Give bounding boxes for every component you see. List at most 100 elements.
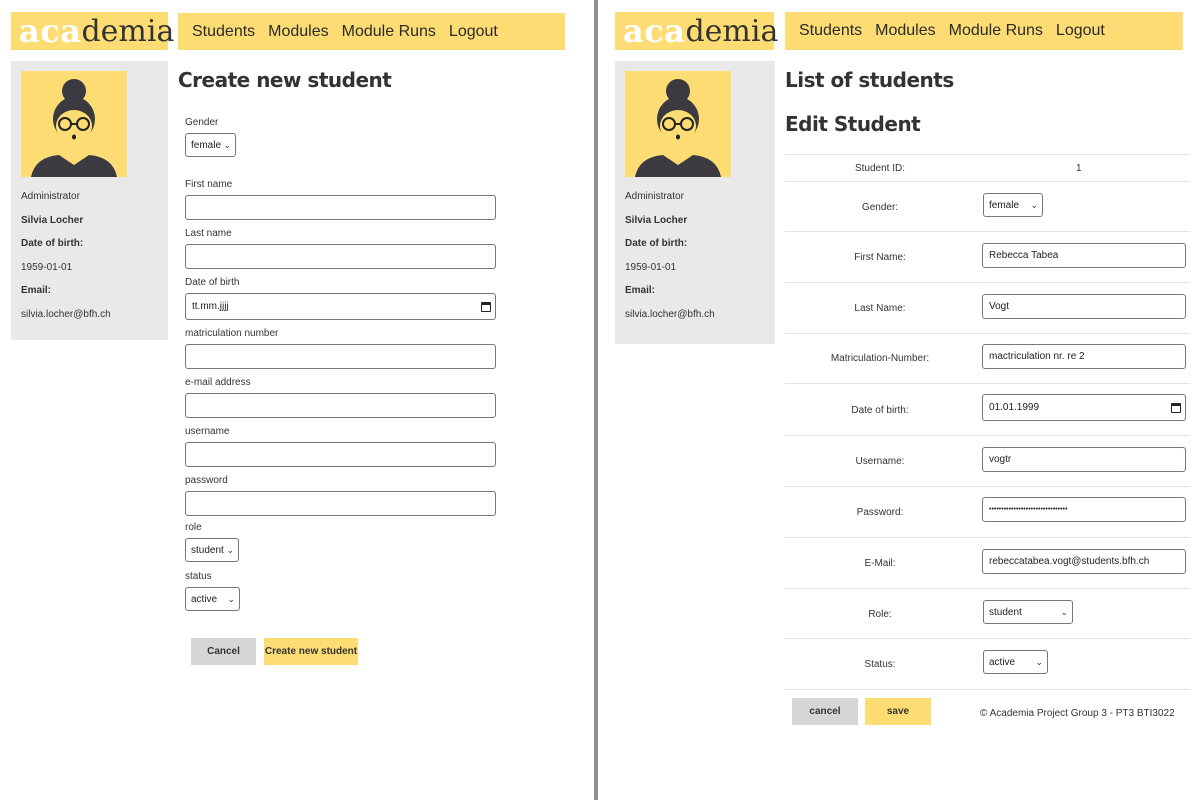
gender-select[interactable]: female ⌄ [185,133,236,157]
logo[interactable]: aca demia [615,12,778,50]
student-id-value: 1 [1076,163,1082,174]
first-name-value: Rebecca Tabea [989,250,1059,261]
row-divider [785,689,1190,690]
nav-modules[interactable]: Modules [268,23,328,41]
dob-label: Date of birth: [851,405,909,416]
role-value: student [989,606,1022,618]
status-select[interactable]: active ⌄ [185,587,240,611]
profile-role: Administrator [21,191,80,202]
matric-value: mactriculation nr. re 2 [989,351,1085,362]
chevron-down-icon: ⌄ [1035,656,1043,667]
navbar: Students Modules Module Runs Logout [785,12,1183,50]
row-divider [785,383,1190,384]
edit-title: Edit Student [785,112,921,136]
profile-name: Silvia Locher [625,214,688,226]
student-id-label: Student ID: [854,163,906,174]
avatar-woman-icon [625,71,731,177]
logo-part-1: aca [19,12,82,50]
dob-input[interactable]: 01.01.1999 [982,394,1186,421]
gender-value: female [989,199,1020,211]
chevron-down-icon: ⌄ [1030,199,1038,210]
matric-input[interactable]: mactriculation nr. re 2 [982,344,1186,369]
profile-card: Administrator Silvia Locher Date of birt… [11,61,168,340]
dob-placeholder: tt.mm.jjjj [192,301,229,312]
row-divider [785,282,1190,283]
gender-select[interactable]: female ⌄ [983,193,1043,217]
status-label: Status: [864,659,896,670]
first-name-input[interactable]: Rebecca Tabea [982,243,1186,268]
password-input[interactable] [185,491,496,516]
row-divider [785,435,1190,436]
profile-email: silvia.locher@bfh.ch [625,308,715,320]
nav-students[interactable]: Students [799,22,862,40]
logo-part-2: demia [685,13,779,49]
avatar-woman-icon [21,71,127,177]
first-name-input[interactable] [185,195,496,220]
email-input[interactable]: rebeccatabea.vogt@students.bfh.ch [982,549,1186,574]
status-label: status [185,571,212,582]
last-name-input[interactable] [185,244,496,269]
matric-label: matriculation number [185,328,279,339]
logo-part-1: aca [623,12,686,50]
page-title: Create new student [178,68,392,92]
create-student-screen: aca demia Students Modules Module Runs Lo… [0,0,594,800]
row-divider [785,333,1190,334]
status-value: active [989,656,1016,668]
create-student-button[interactable]: Create new student [264,638,358,665]
last-name-label: Last name [185,228,232,239]
profile-dob: 1959-01-01 [625,261,677,273]
password-input[interactable]: •••••••••••••••••••••••••••••••• [982,497,1186,522]
nav-logout[interactable]: Logout [449,23,498,41]
cancel-button[interactable]: cancel [792,698,858,725]
username-input[interactable]: vogtr [982,447,1186,472]
logo[interactable]: aca demia [11,12,174,50]
profile-card: Administrator Silvia Locher Date of birt… [615,61,775,344]
last-name-label: Last Name: [854,303,906,314]
status-select[interactable]: active ⌄ [983,650,1048,674]
row-divider [785,181,1190,182]
gender-value: female [191,139,222,151]
row-divider [785,154,1190,155]
email-label: E-Mail: [864,558,896,569]
password-value: •••••••••••••••••••••••••••••••• [989,506,1068,513]
cancel-button[interactable]: Cancel [191,638,256,665]
calendar-icon[interactable] [1171,402,1181,413]
panel-divider [594,0,598,800]
username-input[interactable] [185,442,496,467]
role-select[interactable]: student ⌄ [185,538,239,562]
matric-label: Matriculation-Number: [830,353,930,364]
email-input[interactable] [185,393,496,418]
profile-email-label: Email: [21,285,52,296]
first-name-label: First name [185,179,233,190]
row-divider [785,638,1190,639]
role-select[interactable]: student ⌄ [983,600,1073,624]
row-divider [785,486,1190,487]
chevron-down-icon: ⌄ [226,544,234,555]
status-value: active [191,593,218,605]
matric-input[interactable] [185,344,496,369]
nav-students[interactable]: Students [192,23,255,41]
username-label: username [185,426,230,437]
role-value: student [191,544,224,556]
last-name-input[interactable]: Vogt [982,294,1186,319]
nav-modules[interactable]: Modules [875,22,935,40]
email-value: rebeccatabea.vogt@students.bfh.ch [989,556,1150,567]
dob-input[interactable]: tt.mm.jjjj [185,293,496,320]
last-name-value: Vogt [989,301,1010,312]
save-button[interactable]: save [865,698,931,725]
navbar: Students Modules Module Runs Logout [178,13,565,50]
calendar-icon[interactable] [481,301,491,312]
password-label: password [185,475,228,486]
chevron-down-icon: ⌄ [1060,606,1068,617]
first-name-label: First Name: [854,252,906,263]
gender-label: Gender [185,117,219,128]
dob-label: Date of birth [185,277,240,288]
profile-email: silvia.locher@bfh.ch [21,308,111,320]
nav-module-runs[interactable]: Module Runs [342,23,436,41]
nav-module-runs[interactable]: Module Runs [949,22,1043,40]
gender-label: Gender: [861,202,899,213]
nav-logout[interactable]: Logout [1056,22,1105,40]
list-title: List of students [785,68,954,92]
chevron-down-icon: ⌄ [223,139,231,150]
username-value: vogtr [989,454,1012,465]
